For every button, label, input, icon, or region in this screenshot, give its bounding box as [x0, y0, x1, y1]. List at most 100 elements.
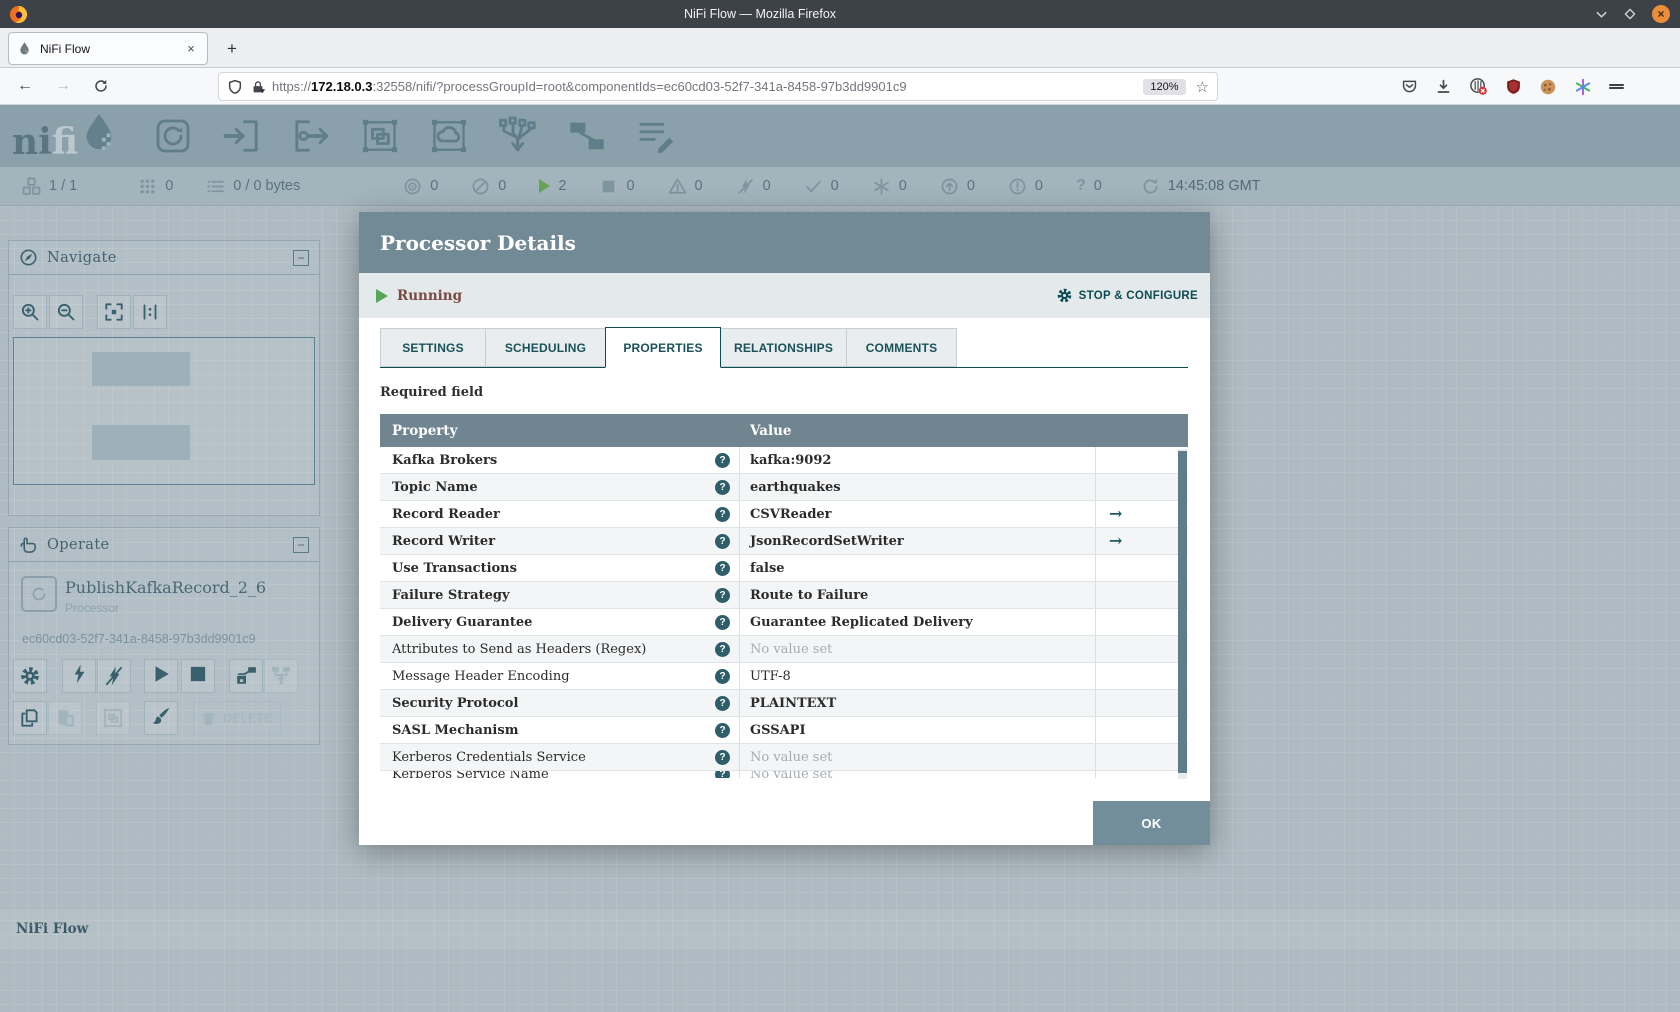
component-toolbar [152, 115, 677, 157]
paste-button[interactable] [48, 701, 82, 735]
maximize-diamond-icon[interactable] [1624, 8, 1636, 20]
help-icon[interactable]: ? [715, 749, 730, 765]
label-icon[interactable] [635, 115, 677, 157]
zoom-in-icon[interactable] [13, 295, 47, 329]
property-row[interactable]: Delivery Guarantee? Guarantee Replicated … [380, 609, 1188, 636]
disable-button[interactable] [97, 659, 131, 693]
birdseye-minimap[interactable] [13, 337, 315, 485]
help-icon[interactable]: ? [715, 641, 730, 657]
tab-properties[interactable]: PROPERTIES [605, 327, 721, 368]
menu-icon[interactable] [1609, 82, 1624, 91]
invalid-icon [668, 177, 687, 196]
table-scrollbar[interactable] [1178, 449, 1187, 779]
lock-warning-icon[interactable] [250, 79, 266, 95]
cookie-icon[interactable] [1539, 78, 1557, 96]
group-button[interactable] [96, 701, 130, 735]
property-row[interactable]: Topic Name? earthquakes [380, 474, 1188, 501]
help-icon[interactable]: ? [715, 587, 730, 603]
back-icon[interactable]: ← [10, 77, 40, 95]
zoom-fit-icon[interactable] [97, 295, 131, 329]
output-port-icon[interactable] [290, 115, 332, 157]
browser-tab[interactable]: NiFi Flow × [8, 32, 208, 65]
delete-button[interactable]: DELETE [193, 701, 281, 735]
navigate-title: Navigate [47, 249, 117, 266]
go-to-service-cell[interactable]: → [1096, 501, 1188, 527]
help-icon[interactable]: ? [715, 506, 730, 522]
tab-relationships[interactable]: RELATIONSHIPS [720, 328, 847, 367]
help-icon[interactable]: ? [715, 533, 730, 549]
copy-button[interactable] [13, 701, 47, 735]
reload-icon[interactable] [86, 78, 116, 94]
create-template-button[interactable] [229, 659, 263, 693]
template-icon[interactable] [566, 115, 608, 157]
tab-comments[interactable]: COMMENTS [846, 328, 957, 367]
input-port-icon[interactable] [221, 115, 263, 157]
up-to-date-icon [804, 177, 823, 196]
enable-button[interactable] [62, 659, 96, 693]
processor-icon[interactable] [152, 115, 194, 157]
zoom-out-icon[interactable] [49, 295, 83, 329]
scrollbar-thumb[interactable] [1178, 451, 1187, 773]
property-row[interactable]: Attributes to Send as Headers (Regex)? No… [380, 636, 1188, 663]
bookmark-star-icon[interactable]: ☆ [1196, 78, 1209, 96]
property-row[interactable]: Record Reader? CSVReader → [380, 501, 1188, 528]
property-row[interactable]: Message Header Encoding? UTF-8 [380, 663, 1188, 690]
help-icon[interactable]: ? [715, 479, 730, 495]
new-tab-button[interactable]: + [220, 37, 244, 61]
help-icon[interactable]: ? [715, 614, 730, 630]
property-row[interactable]: Failure Strategy? Route to Failure [380, 582, 1188, 609]
property-row[interactable]: Kerberos Credentials Service? No value se… [380, 744, 1188, 771]
tab-scheduling[interactable]: SCHEDULING [485, 328, 606, 367]
help-icon[interactable]: ? [715, 695, 730, 711]
close-tab-icon[interactable]: × [183, 41, 199, 56]
tab-settings[interactable]: SETTINGS [380, 328, 486, 367]
property-row[interactable]: Kerberos Service Name?No value set [380, 771, 1188, 778]
configure-button[interactable] [13, 659, 47, 693]
change-color-button[interactable] [144, 701, 178, 735]
go-to-service-icon[interactable]: → [1109, 533, 1122, 549]
pocket-icon[interactable] [1401, 78, 1418, 95]
process-group-icon[interactable] [359, 115, 401, 157]
ublock-icon[interactable] [1505, 78, 1522, 95]
go-to-service-cell[interactable]: → [1096, 528, 1188, 554]
remote-process-group-icon[interactable] [428, 115, 470, 157]
go-to-service-icon[interactable]: → [1109, 506, 1122, 522]
upload-template-button[interactable] [264, 659, 298, 693]
zoom-level-badge[interactable]: 120% [1143, 78, 1186, 95]
forward-icon[interactable]: → [48, 77, 78, 95]
upload-template-icon [270, 665, 292, 687]
help-icon[interactable]: ? [715, 560, 730, 576]
help-icon[interactable]: ? [715, 771, 730, 778]
collapse-operate-button[interactable]: − [293, 536, 309, 553]
privacy-mask-icon[interactable] [1469, 77, 1488, 96]
property-row[interactable]: Use Transactions? false [380, 555, 1188, 582]
property-row[interactable]: Kafka Brokers? kafka:9092 [380, 447, 1188, 474]
ok-button[interactable]: OK [1093, 801, 1210, 845]
stat-threads: 0 [138, 177, 173, 196]
stat-up-to-date: 0 [804, 177, 839, 196]
stop-button[interactable] [181, 659, 215, 693]
help-icon[interactable]: ? [715, 668, 730, 684]
help-icon[interactable]: ? [715, 722, 730, 738]
stale-icon [940, 177, 959, 196]
configure-gear-icon [1056, 287, 1073, 304]
selected-component-type: Processor [65, 601, 120, 615]
start-button[interactable] [144, 659, 178, 693]
help-icon[interactable]: ? [715, 452, 730, 468]
url-bar[interactable]: https://172.18.0.3:32558/nifi/?processGr… [218, 72, 1218, 101]
stop-and-configure-button[interactable]: STOP & CONFIGURE [1056, 287, 1198, 304]
property-row[interactable]: Record Writer? JsonRecordSetWriter → [380, 528, 1188, 555]
property-row[interactable]: SASL Mechanism? GSSAPI [380, 717, 1188, 744]
download-icon[interactable] [1435, 78, 1452, 95]
breadcrumb[interactable]: NiFi Flow [16, 921, 88, 937]
collapse-navigate-button[interactable]: − [293, 249, 309, 266]
refresh-icon[interactable] [1141, 177, 1160, 196]
shield-permissions-icon[interactable] [227, 79, 243, 95]
close-icon[interactable]: × [1652, 5, 1670, 23]
funnel-icon[interactable] [497, 115, 539, 157]
property-row[interactable]: Security Protocol? PLAINTEXT [380, 690, 1188, 717]
minimize-chevron-icon[interactable] [1595, 8, 1608, 21]
zoom-actual-icon[interactable] [133, 295, 167, 329]
containers-asterisk-icon[interactable] [1574, 78, 1592, 96]
queued-icon [206, 177, 225, 196]
